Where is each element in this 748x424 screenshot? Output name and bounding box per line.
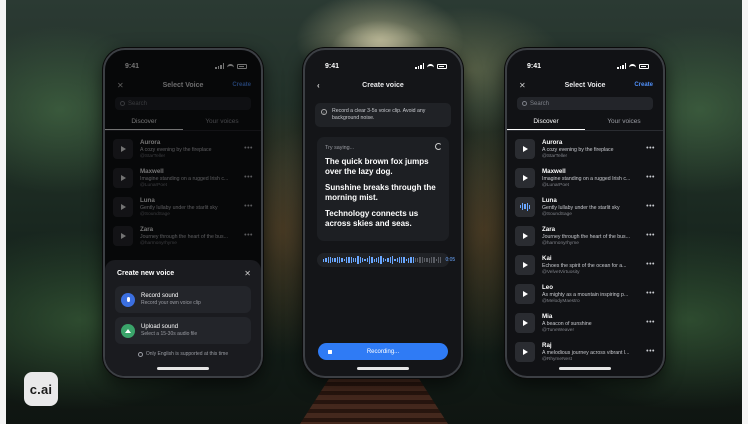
promo-stage: 9:41 ✕ Select Voice Create Search Discov… bbox=[0, 0, 748, 424]
frame-border bbox=[0, 0, 748, 424]
